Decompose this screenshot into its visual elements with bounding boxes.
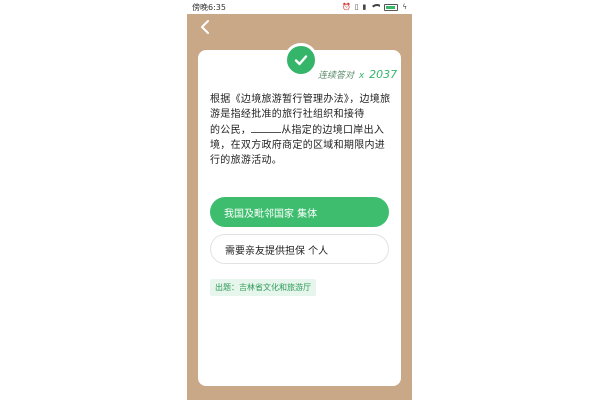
option-a-button[interactable]: 我国及毗邻国家 集体	[210, 197, 389, 227]
check-icon	[294, 55, 308, 66]
vibrate-icon: ▯	[354, 3, 359, 11]
option-b-label: 需要亲友提供担保 个人	[225, 245, 329, 257]
streak-counter: 连续答对 x 2037	[318, 68, 397, 81]
alarm-icon: ⏰	[341, 3, 351, 11]
battery-icon	[384, 3, 399, 11]
streak-count: 2037	[369, 68, 398, 81]
option-b-button[interactable]: 需要亲友提供担保 个人	[210, 234, 389, 264]
charging-icon: ϟ	[402, 3, 407, 11]
option-a-label: 我国及毗邻国家 集体	[224, 208, 318, 220]
streak-multiplier: x	[358, 71, 365, 81]
back-button[interactable]	[197, 16, 213, 38]
source-label: 出题：吉林省文化和旅游厅	[215, 283, 311, 292]
signal-icon: ▮	[362, 3, 367, 11]
correct-badge	[284, 43, 318, 77]
status-time: 傍晚6:35	[192, 2, 226, 12]
status-icons: ⏰ ▯ ▮ ϟ	[342, 3, 407, 11]
answer-blank	[251, 122, 282, 133]
chevron-left-icon	[201, 20, 209, 34]
streak-label: 连续答对	[318, 71, 355, 81]
wifi-icon	[370, 3, 381, 11]
question-source-tag: 出题：吉林省文化和旅游厅	[210, 279, 316, 296]
question-part-2: 的公民，	[210, 125, 252, 136]
question-part-1: 根据《边境旅游暂行管理办法》，边境旅游是指经批准的旅行社组织和接待	[210, 94, 391, 120]
question-text: 根据《边境旅游暂行管理办法》，边境旅游是指经批准的旅行社组织和接待 的公民， 从指…	[210, 92, 394, 168]
status-bar: 傍晚6:35 ⏰ ▯ ▮ ϟ	[187, 0, 412, 14]
